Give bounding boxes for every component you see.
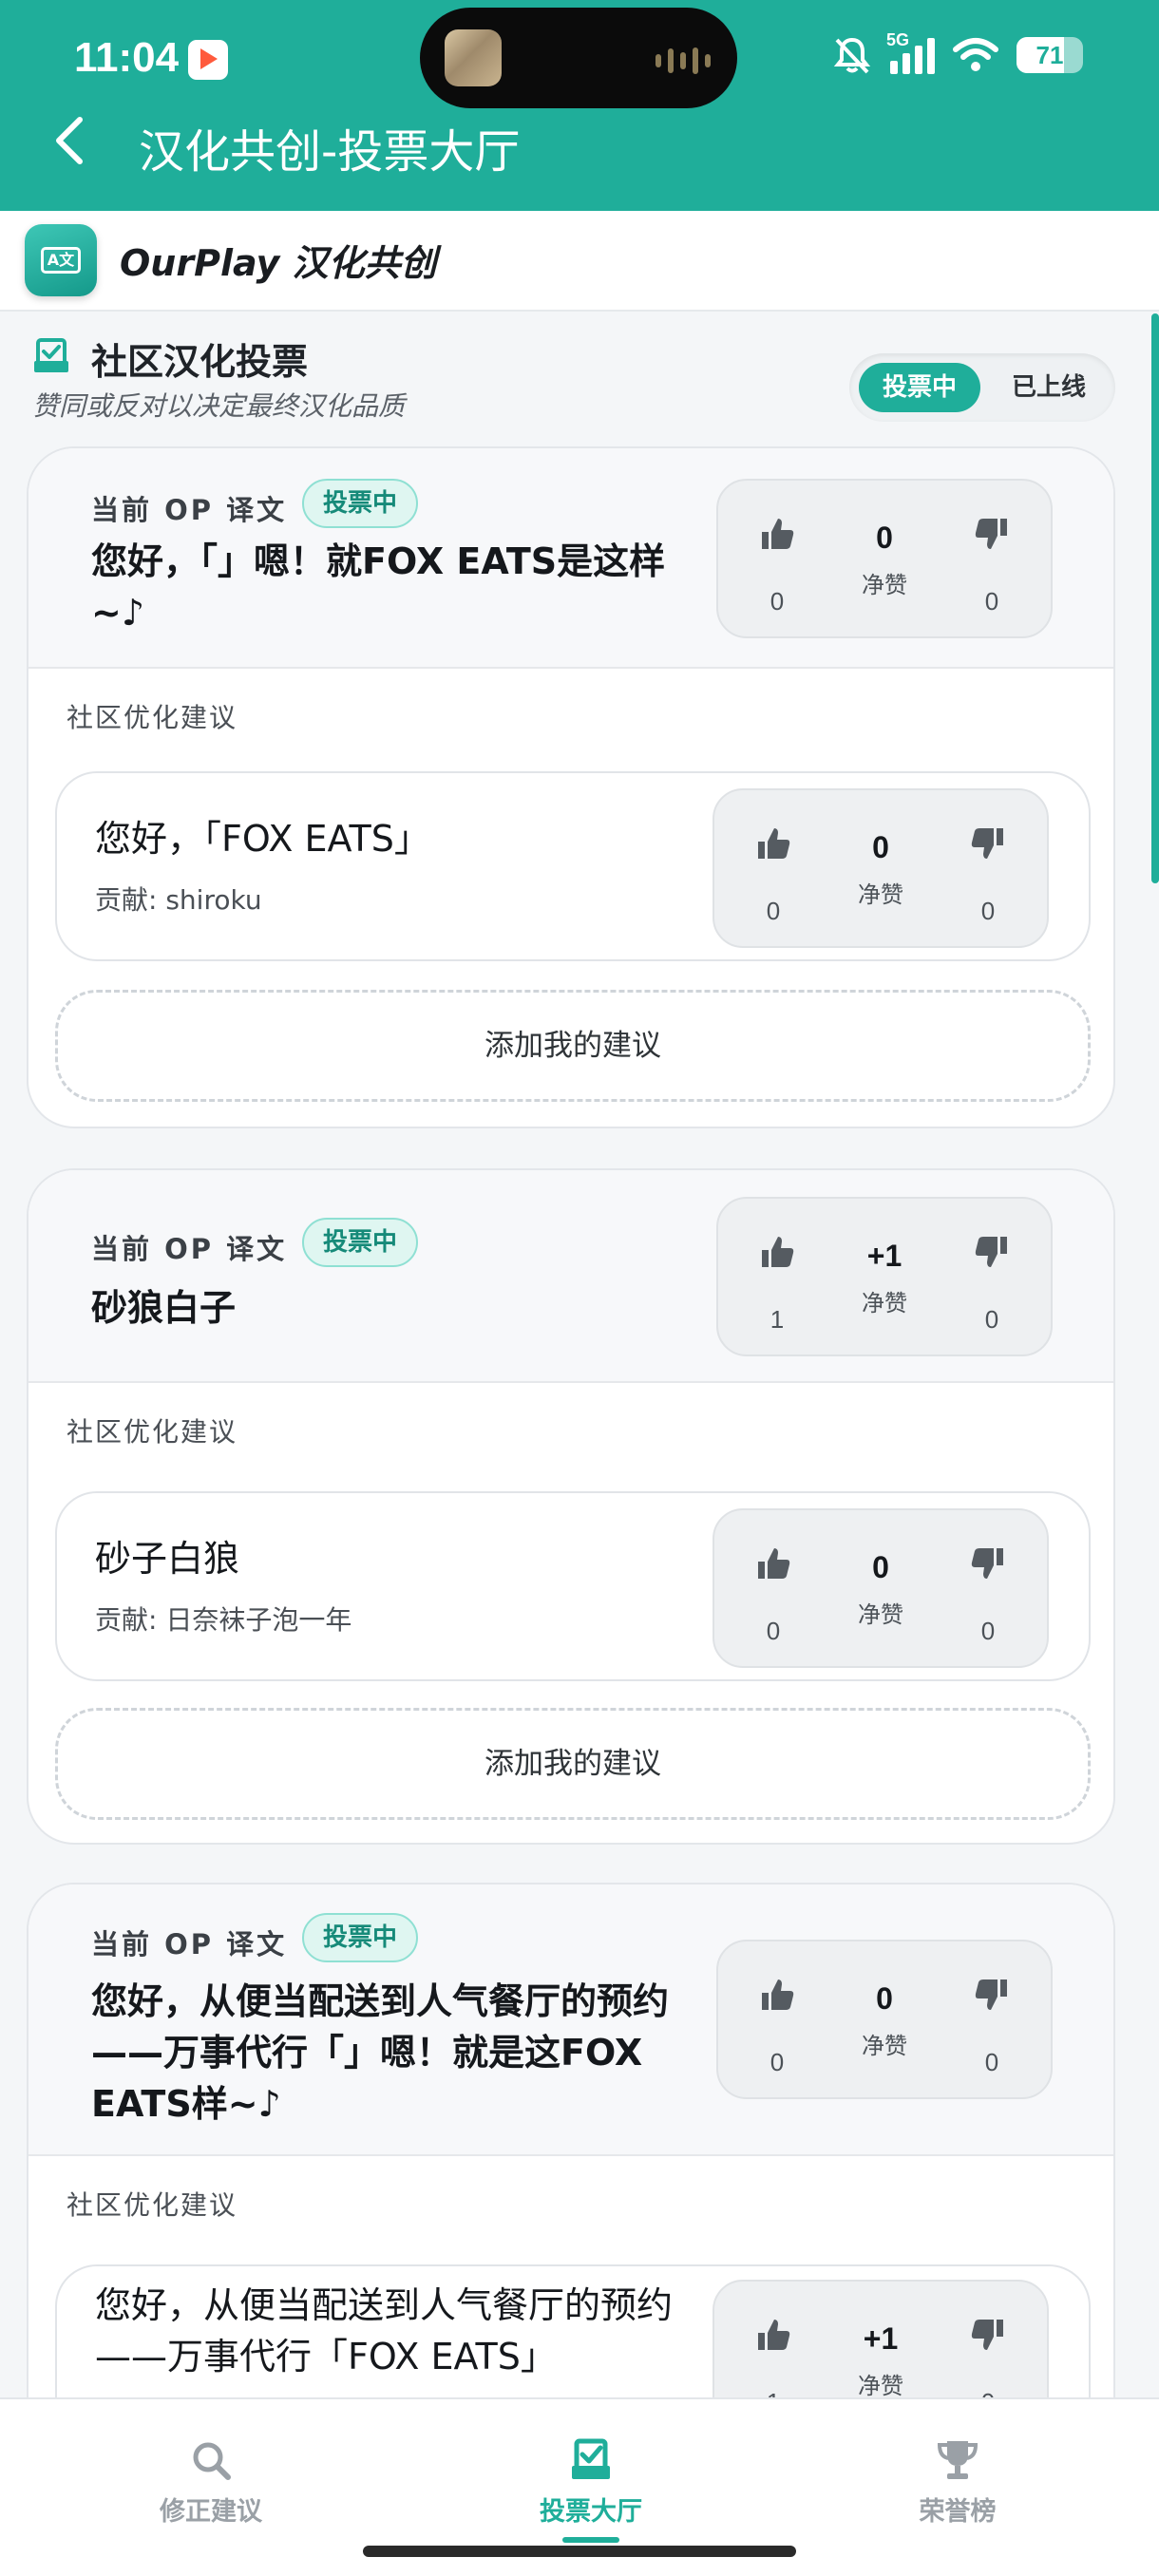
brand-name: OurPlay 汉化共创: [120, 242, 437, 284]
tab-published[interactable]: 已上线: [988, 363, 1110, 412]
status-badge: 投票中: [302, 1218, 419, 1267]
op-translation-header: 当前 OP 译文 投票中 砂狼白子 1 +1 净赞 0: [28, 1170, 1113, 1383]
scrollbar[interactable]: [1151, 313, 1159, 883]
op-translation-text: 您好，从便当配送到人气餐厅的预约——万事代行「」嗯！就是这FOX EATS样~♪: [91, 1980, 670, 2125]
vote-icon: [572, 2438, 610, 2479]
op-vote-panel: 0 0 净赞 0: [716, 479, 1053, 638]
back-arrow-icon[interactable]: [44, 112, 101, 169]
op-translation-header: 当前 OP 译文 投票中 您好，从便当配送到人气餐厅的预约——万事代行「」嗯！就…: [28, 1885, 1113, 2156]
app-store-icon: [188, 40, 228, 80]
op-vote-panel: 1 +1 净赞 0: [716, 1197, 1053, 1356]
downvote-count: 0: [984, 587, 999, 616]
tab-label: 投票大厅: [540, 2497, 642, 2527]
section-title: 社区汉化投票: [91, 341, 309, 383]
op-label: 当前 OP 译文: [91, 1233, 288, 1265]
thumbs-down-icon[interactable]: [973, 1976, 1011, 2014]
suggestions-label: 社区优化建议: [66, 1416, 238, 1448]
downvote-count: 0: [984, 1305, 999, 1334]
status-badge: 投票中: [302, 479, 419, 528]
trophy-icon: [937, 2441, 978, 2479]
battery-indicator: 71: [1016, 37, 1083, 73]
status-segmented-control: 投票中 已上线: [849, 353, 1115, 422]
brand-logo-icon: A文: [25, 224, 97, 296]
page-title: 汉化共创-投票大厅: [139, 125, 521, 179]
active-tab-indicator: [562, 2537, 619, 2543]
tab-label: 荣誉榜: [919, 2497, 997, 2527]
home-indicator[interactable]: [363, 2546, 796, 2557]
section-subtitle: 赞同或反对以决定最终汉化品质: [32, 390, 406, 422]
op-translation-text: 您好，「」嗯！就FOX EATS是这样~♪: [91, 540, 666, 634]
network-type-label: 5G: [886, 30, 910, 49]
suggestion-text: 砂子白狼: [95, 1538, 240, 1580]
thumbs-down-icon[interactable]: [969, 2316, 1007, 2354]
add-suggestion-button[interactable]: 添加我的建议: [55, 990, 1091, 1102]
wifi-icon: [953, 38, 998, 71]
op-translation-text: 砂狼白子: [91, 1287, 237, 1329]
suggestion-item: 您好，「FOX EATS」 贡献: shiroku 0 0 净赞 0: [55, 771, 1091, 961]
thumbs-down-icon[interactable]: [969, 1544, 1007, 1582]
add-suggestion-button[interactable]: 添加我的建议: [55, 1708, 1091, 1820]
tab-correction-suggestions[interactable]: 修正建议: [116, 2437, 306, 2528]
suggestion-text: 您好，「FOX EATS」: [95, 818, 430, 860]
contributor: 贡献: shiroku: [95, 884, 262, 916]
search-icon: [193, 2442, 231, 2480]
tab-honor-board[interactable]: 荣誉榜: [863, 2437, 1053, 2528]
thumbs-down-icon[interactable]: [973, 515, 1011, 553]
tab-label: 修正建议: [160, 2497, 262, 2527]
translation-card: 当前 OP 译文 投票中 砂狼白子 1 +1 净赞 0 社区优化建议 砂子白狼 …: [27, 1168, 1115, 1845]
contributor: 贡献: 日奈袜子泡一年: [95, 1604, 352, 1636]
suggestion-item: 砂子白狼 贡献: 日奈袜子泡一年 0 0 净赞 0: [55, 1491, 1091, 1681]
tab-voting-hall[interactable]: 投票大厅: [496, 2437, 686, 2543]
suggestion-vote-panel: 0 0 净赞 0: [712, 1508, 1049, 1668]
system-status-icons: 5G 71: [831, 30, 1083, 76]
downvote-count: 0: [984, 2048, 999, 2076]
top-app-bar: 11:04 5G 71 汉化共创-投票大厅: [0, 0, 1159, 211]
downvote-count: 0: [980, 897, 996, 925]
translation-card: 当前 OP 译文 投票中 您好，「」嗯！就FOX EATS是这样~♪ 0 0 净…: [27, 446, 1115, 1128]
battery-level: 71: [1036, 41, 1064, 69]
now-playing-thumbnail: [445, 29, 502, 86]
op-label: 当前 OP 译文: [91, 494, 288, 526]
op-vote-panel: 0 0 净赞 0: [716, 1940, 1053, 2099]
status-badge: 投票中: [302, 1913, 419, 1962]
brand-header: A文 OurPlay 汉化共创: [0, 211, 1159, 312]
thumbs-down-icon[interactable]: [973, 1233, 1011, 1271]
suggestions-label: 社区优化建议: [66, 2189, 238, 2221]
op-label: 当前 OP 译文: [91, 1928, 288, 1960]
suggestions-label: 社区优化建议: [66, 702, 238, 733]
op-translation-header: 当前 OP 译文 投票中 您好，「」嗯！就FOX EATS是这样~♪ 0 0 净…: [28, 448, 1113, 669]
cellular-signal-icon: 5G: [886, 30, 935, 74]
thumbs-down-icon[interactable]: [969, 824, 1007, 862]
suggestion-text: 您好，从便当配送到人气餐厅的预约——万事代行「FOX EATS」: [95, 2284, 674, 2377]
mute-bell-icon: [833, 37, 871, 74]
audio-wave-icon: [656, 47, 711, 74]
vote-box-icon: [34, 338, 68, 372]
status-time: 11:04: [74, 34, 180, 81]
tab-voting[interactable]: 投票中: [859, 363, 980, 412]
suggestion-vote-panel: 0 0 净赞 0: [712, 788, 1049, 948]
downvote-count: 0: [980, 1617, 996, 1645]
dynamic-island: [420, 8, 737, 108]
